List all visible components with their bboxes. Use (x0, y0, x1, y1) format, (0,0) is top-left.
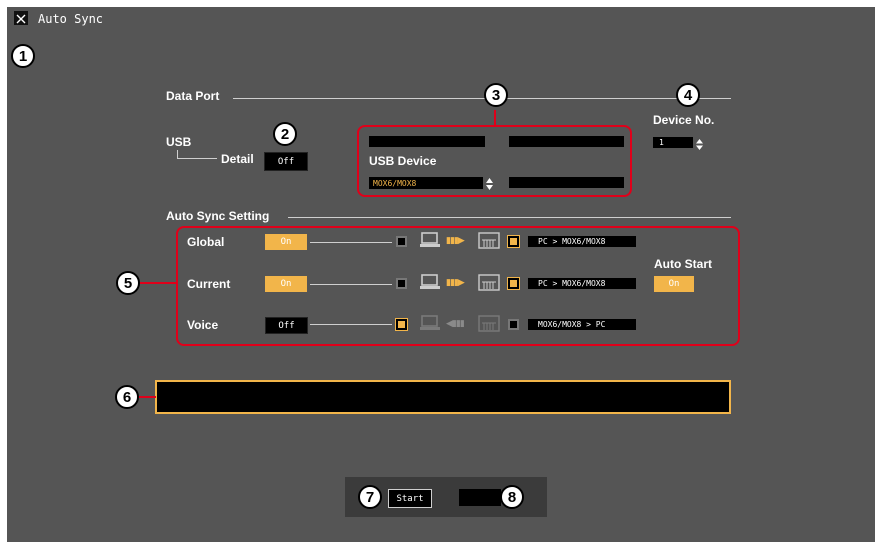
current-label: Current (187, 277, 231, 291)
callout-1: 1 (11, 44, 35, 68)
transfer-arrow-icon: ▮▮▮▶ (446, 278, 465, 288)
keyboard-icon (478, 274, 500, 295)
transfer-arrow-icon: ▮▮▮▶ (446, 236, 465, 246)
global-route-display: PC > MOX6/MOX8 (528, 236, 636, 247)
auto-start-toggle[interactable]: On (654, 276, 694, 292)
data-port-divider (233, 98, 731, 99)
voice-route-display: MOX6/MOX8 > PC (528, 319, 636, 330)
callout-5-connector (140, 282, 177, 284)
keyboard-icon (478, 315, 500, 336)
callout-3-connector (494, 110, 496, 126)
detail-label: Detail (221, 152, 254, 166)
callout-7: 7 (358, 485, 382, 509)
current-connector (310, 284, 392, 285)
keyboard-icon (478, 232, 500, 253)
usb-device-label: USB Device (369, 154, 437, 168)
global-label: Global (187, 235, 225, 249)
transfer-arrow-icon: ◀▮▮▮ (446, 319, 465, 329)
computer-icon (419, 274, 441, 295)
usb-port-display-3 (509, 177, 624, 188)
voice-label: Voice (187, 318, 219, 332)
device-no-label: Device No. (653, 113, 715, 127)
voice-mox-checkbox[interactable] (395, 318, 408, 331)
current-toggle[interactable]: On (265, 276, 307, 292)
window-title: Auto Sync (38, 12, 104, 26)
status-display (459, 489, 501, 506)
callout-8: 8 (500, 485, 524, 509)
current-pc-checkbox[interactable] (507, 277, 520, 290)
computer-icon (419, 315, 441, 336)
device-no-select[interactable]: 1 (653, 137, 693, 148)
device-no-stepper-icon[interactable] (695, 136, 704, 150)
callout-4: 4 (676, 83, 700, 107)
callout-5: 5 (116, 271, 140, 295)
global-mox-checkbox[interactable] (396, 236, 407, 247)
current-mox-checkbox[interactable] (396, 278, 407, 289)
usb-device-select[interactable]: MOX6/MOX8 (369, 177, 483, 189)
usb-device-stepper-icon[interactable] (485, 176, 494, 190)
voice-connector (310, 324, 392, 325)
auto-start-label: Auto Start (654, 257, 712, 271)
voice-pc-checkbox[interactable] (508, 319, 519, 330)
global-connector (310, 242, 392, 243)
message-bar (155, 380, 731, 414)
data-port-heading: Data Port (166, 89, 220, 103)
callout-6-connector (139, 396, 156, 398)
auto-sync-heading: Auto Sync Setting (166, 209, 270, 223)
usb-port-display-1 (369, 136, 485, 147)
global-pc-checkbox[interactable] (507, 235, 520, 248)
close-icon[interactable] (14, 11, 28, 25)
computer-icon (419, 232, 441, 253)
start-button[interactable]: Start (388, 489, 432, 508)
usb-tree-branch (177, 158, 217, 159)
global-toggle[interactable]: On (265, 234, 307, 250)
current-route-display: PC > MOX6/MOX8 (528, 278, 636, 289)
detail-toggle[interactable]: Off (264, 152, 308, 171)
voice-toggle[interactable]: Off (265, 317, 308, 334)
usb-port-display-2 (509, 136, 624, 147)
callout-3: 3 (484, 83, 508, 107)
usb-label: USB (166, 135, 192, 149)
callout-2: 2 (273, 122, 297, 146)
callout-6: 6 (115, 385, 139, 409)
auto-sync-divider (288, 217, 731, 218)
